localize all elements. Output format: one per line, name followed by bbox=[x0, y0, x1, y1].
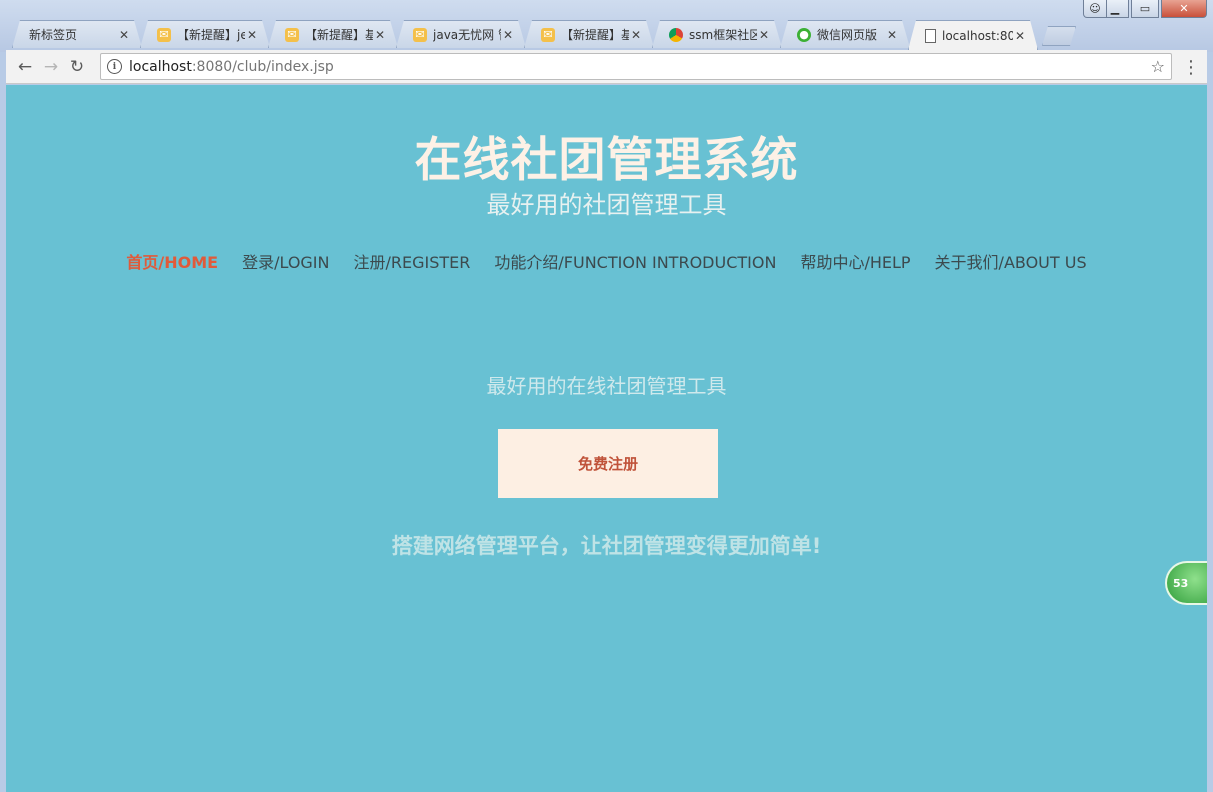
maximize-icon[interactable]: ▭ bbox=[1131, 0, 1159, 18]
tab-title: 微信网页版 bbox=[817, 28, 878, 42]
nav-register[interactable]: 注册/REGISTER bbox=[354, 249, 471, 273]
tab-close-icon[interactable]: ✕ bbox=[501, 28, 515, 42]
page-subtitle: 最好用的社团管理工具 bbox=[486, 191, 727, 219]
menu-dots-icon[interactable]: ⋮ bbox=[1181, 56, 1201, 78]
tab-java-site[interactable]: ✉ java无忧网 管 ✕ bbox=[396, 20, 526, 48]
mail-icon: ✉ bbox=[541, 28, 555, 42]
tab-wechat-web[interactable]: ● 微信网页版 ✕ bbox=[780, 20, 910, 48]
hero-tagline: 最好用的在线社团管理工具 bbox=[486, 374, 727, 398]
close-window-icon[interactable]: ✕ bbox=[1161, 0, 1207, 18]
back-arrow-icon[interactable]: ← bbox=[12, 54, 38, 80]
nav-help[interactable]: 帮助中心/HELP bbox=[800, 249, 910, 273]
tab-localhost[interactable]: localhost:80 ✕ bbox=[908, 20, 1038, 50]
nav-about-us[interactable]: 关于我们/ABOUT US bbox=[935, 249, 1087, 273]
info-icon[interactable]: i bbox=[107, 59, 122, 74]
tab-close-icon[interactable]: ✕ bbox=[245, 28, 259, 42]
address-bar[interactable]: i localhost:8080/club/index.jsp ☆ bbox=[100, 53, 1172, 80]
page-viewport: 在线社团管理系统 最好用的社团管理工具 首页/HOME 登录/LOGIN 注册/… bbox=[6, 85, 1207, 792]
forward-arrow-icon[interactable]: → bbox=[38, 54, 64, 80]
browser-toolbar: ← → ↻ i localhost:8080/club/index.jsp ☆ … bbox=[6, 50, 1207, 84]
tab-ssm-community[interactable]: ssm框架社区 ✕ bbox=[652, 20, 782, 48]
window-controls: ☺ ▁ ▭ ✕ bbox=[1083, 0, 1207, 18]
tab-close-icon[interactable]: ✕ bbox=[117, 28, 131, 42]
document-icon bbox=[925, 29, 936, 43]
reload-icon[interactable]: ↻ bbox=[64, 54, 90, 80]
new-tab-button[interactable] bbox=[1042, 26, 1076, 46]
wechat-icon: ● bbox=[797, 28, 811, 42]
hero-slogan: 搭建网络管理平台，让社团管理变得更加简单! bbox=[391, 534, 822, 558]
main-nav: 首页/HOME 登录/LOGIN 注册/REGISTER 功能介绍/FUNCTI… bbox=[6, 249, 1207, 273]
url-text[interactable]: localhost:8080/club/index.jsp bbox=[129, 59, 334, 75]
tab-title: 【新提醒】基 bbox=[305, 28, 373, 42]
chrome-icon bbox=[669, 28, 683, 42]
tab-title: localhost:80 bbox=[942, 28, 1013, 43]
tab-close-icon[interactable]: ✕ bbox=[629, 28, 643, 42]
browser-window: ☺ ▁ ▭ ✕ 新标签页 ✕ ✉ 【新提醒】je ✕ ✉ 【新提醒】基 ✕ ✉ … bbox=[0, 0, 1213, 792]
user-icon[interactable]: ☺ bbox=[1083, 0, 1107, 18]
tab-forum-reminder-3[interactable]: ✉ 【新提醒】基 ✕ bbox=[524, 20, 654, 48]
tab-close-icon[interactable]: ✕ bbox=[757, 28, 771, 42]
bookmark-star-icon[interactable]: ☆ bbox=[1151, 57, 1165, 76]
nav-function-introduction[interactable]: 功能介绍/FUNCTION INTRODUCTION bbox=[494, 249, 776, 273]
free-register-button[interactable]: 免费注册 bbox=[498, 429, 718, 498]
page-title: 在线社团管理系统 bbox=[414, 133, 799, 188]
tab-title: ssm框架社区 bbox=[689, 28, 757, 42]
tab-forum-reminder-2[interactable]: ✉ 【新提醒】基 ✕ bbox=[268, 20, 398, 48]
nav-login[interactable]: 登录/LOGIN bbox=[242, 249, 329, 273]
tab-forum-reminder-1[interactable]: ✉ 【新提醒】je ✕ bbox=[140, 20, 270, 48]
mail-icon: ✉ bbox=[413, 28, 427, 42]
tab-strip: 新标签页 ✕ ✉ 【新提醒】je ✕ ✉ 【新提醒】基 ✕ ✉ java无忧网 … bbox=[12, 20, 1076, 48]
tab-title: java无忧网 管 bbox=[433, 28, 495, 42]
url-host: localhost bbox=[129, 58, 192, 75]
tab-close-icon[interactable]: ✕ bbox=[373, 28, 387, 42]
mail-icon: ✉ bbox=[285, 28, 299, 42]
url-path: :8080/club/index.jsp bbox=[191, 58, 334, 75]
floating-speed-ball[interactable]: 53 bbox=[1165, 561, 1207, 605]
tab-title: 新标签页 bbox=[29, 28, 78, 42]
mail-icon: ✉ bbox=[157, 28, 171, 42]
tab-close-icon[interactable]: ✕ bbox=[885, 28, 899, 42]
tab-title: 【新提醒】基 bbox=[561, 28, 629, 42]
tab-close-icon[interactable]: ✕ bbox=[1013, 29, 1027, 43]
nav-home[interactable]: 首页/HOME bbox=[126, 249, 218, 273]
tab-new-tab-page[interactable]: 新标签页 ✕ bbox=[12, 20, 142, 48]
tab-title: 【新提醒】je bbox=[177, 28, 245, 42]
